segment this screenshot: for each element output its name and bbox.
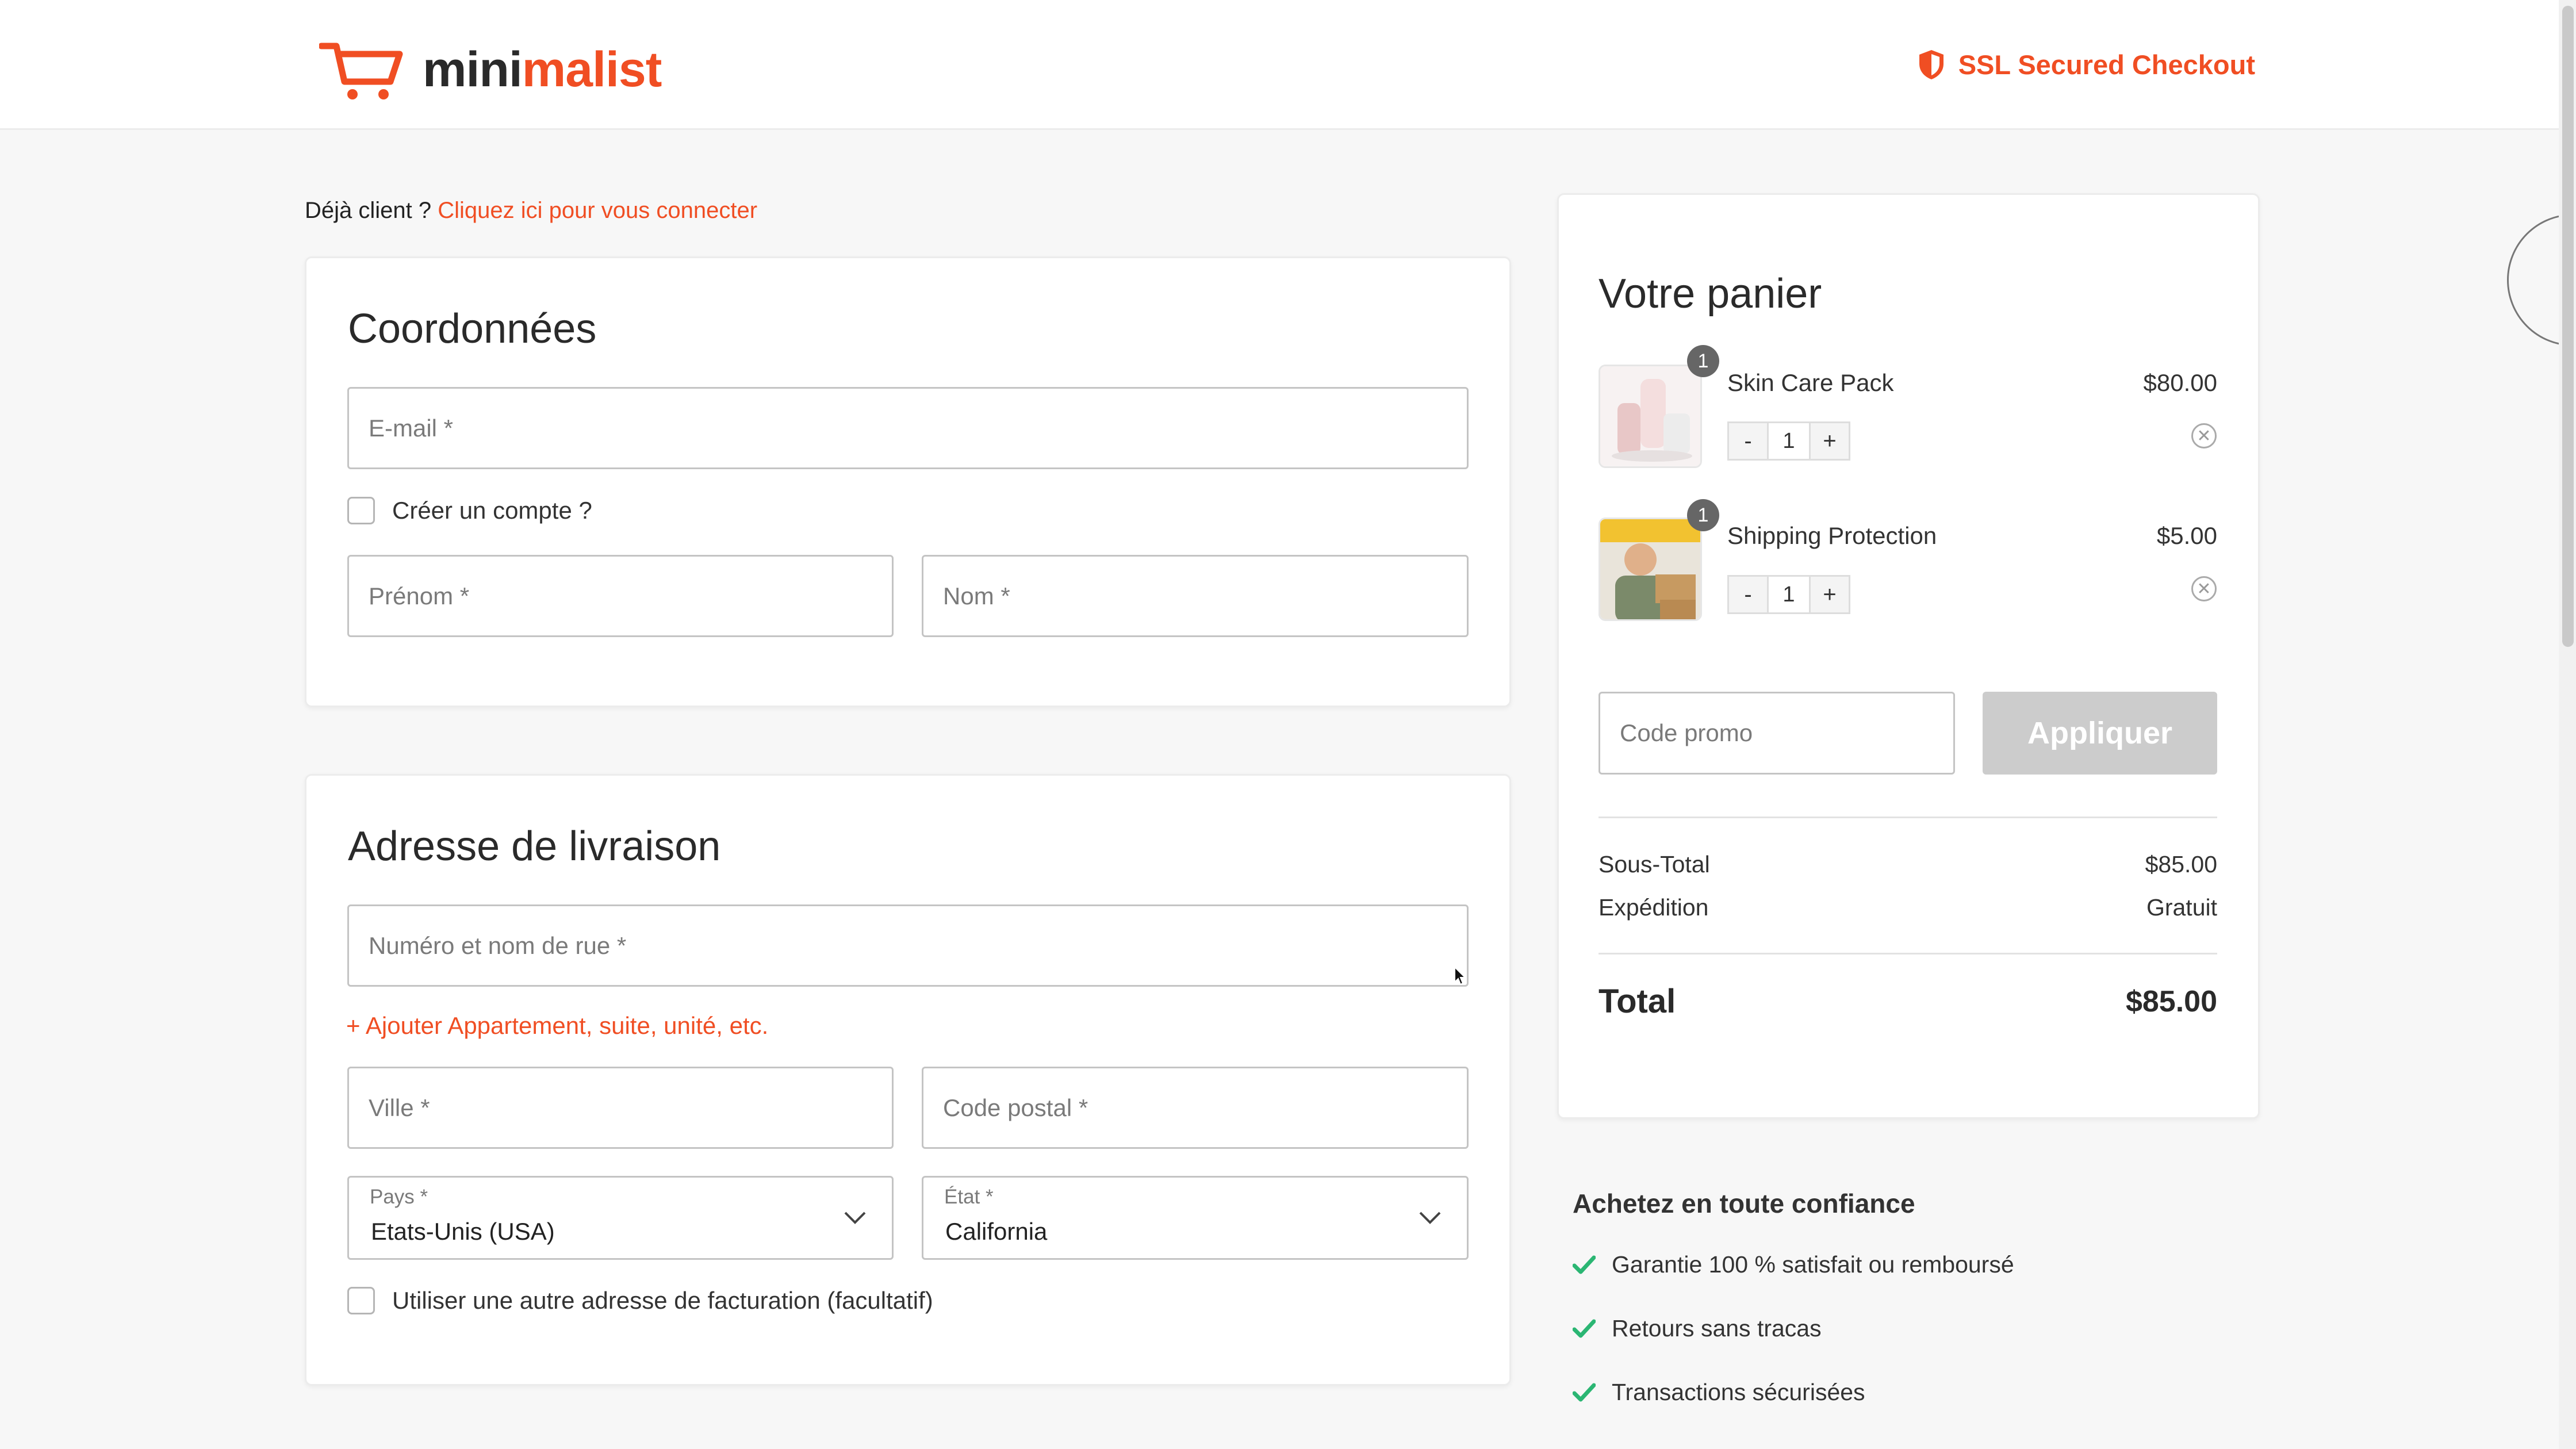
subtotal-label: Sous-Total <box>1598 851 1710 877</box>
quantity-badge: 1 <box>1687 345 1719 377</box>
last-name-placeholder: Nom * <box>943 582 1010 610</box>
cart-card <box>1557 193 2260 1119</box>
other-billing-row[interactable]: Utiliser une autre adresse de facturatio… <box>347 1287 933 1314</box>
contact-card: Coordonnées <box>305 256 1511 707</box>
quantity-value[interactable]: 1 <box>1769 575 1809 614</box>
login-link[interactable]: Cliquez ici pour vous connecter <box>438 198 757 223</box>
shipping-cost-value: Gratuit <box>2146 894 2217 921</box>
chevron-down-icon <box>844 1212 866 1224</box>
check-icon <box>1573 1255 1596 1274</box>
promo-code-placeholder: Code promo <box>1620 719 1753 746</box>
add-apartment-link[interactable]: + Ajouter Appartement, suite, unité, etc… <box>346 1012 768 1040</box>
state-label: État * <box>944 1186 994 1208</box>
other-billing-label: Utiliser une autre adresse de facturatio… <box>392 1287 933 1314</box>
item-name: Shipping Protection <box>1727 522 1937 549</box>
trust-item-text: Garantie 100 % satisfait ou remboursé <box>1612 1251 2014 1278</box>
country-select[interactable]: Pays * Etats-Unis (USA) <box>347 1176 894 1260</box>
trust-item: Retours sans tracas <box>1573 1315 1822 1342</box>
street-field[interactable]: Numéro et nom de rue * <box>347 904 1469 987</box>
trust-item-text: Retours sans tracas <box>1612 1315 1822 1341</box>
product-image-skin-care <box>1598 365 1702 468</box>
ssl-secured-badge: SSL Secured Checkout <box>1917 48 2255 80</box>
item-name: Skin Care Pack <box>1727 369 1894 396</box>
cart-title: Votre panier <box>1598 271 1822 317</box>
country-value: Etats-Unis (USA) <box>371 1218 555 1245</box>
state-value: California <box>945 1218 1048 1245</box>
subtotal-value: $85.00 <box>2145 851 2217 877</box>
last-name-field[interactable]: Nom * <box>922 555 1469 637</box>
country-label: Pays * <box>370 1186 428 1208</box>
shipping-cost-label: Expédition <box>1598 894 1709 921</box>
contact-title: Coordonnées <box>348 306 597 352</box>
city-placeholder: Ville * <box>369 1094 430 1121</box>
quantity-value[interactable]: 1 <box>1769 421 1809 461</box>
shipping-title: Adresse de livraison <box>348 823 721 869</box>
chevron-down-icon <box>1419 1212 1441 1224</box>
trust-item: Garantie 100 % satisfait ou remboursé <box>1573 1251 2014 1278</box>
zip-field[interactable]: Code postal * <box>922 1067 1469 1149</box>
login-prompt-text: Déjà client ? <box>305 198 438 223</box>
create-account-label: Créer un compte ? <box>392 497 592 524</box>
create-account-row[interactable]: Créer un compte ? <box>347 497 592 524</box>
check-icon <box>1573 1383 1596 1401</box>
trust-item: Transactions sécurisées <box>1573 1379 1865 1406</box>
state-select[interactable]: État * California <box>922 1176 1469 1260</box>
promo-code-field[interactable]: Code promo <box>1598 692 1955 775</box>
trust-item-text: Transactions sécurisées <box>1612 1379 1865 1405</box>
login-prompt: Déjà client ? Cliquez ici pour vous conn… <box>305 198 757 224</box>
apply-promo-button[interactable]: Appliquer <box>1983 692 2217 775</box>
scrollbar-thumb[interactable] <box>2562 6 2574 647</box>
zip-placeholder: Code postal * <box>943 1094 1088 1121</box>
increment-button[interactable]: + <box>1809 575 1850 614</box>
product-image-shipping-protection <box>1598 518 1702 621</box>
logo-text-part1: mini <box>423 41 523 97</box>
street-placeholder: Numéro et nom de rue * <box>369 931 627 959</box>
decrement-button[interactable]: - <box>1727 421 1769 461</box>
increment-button[interactable]: + <box>1809 421 1850 461</box>
item-price: $80.00 <box>2143 369 2217 396</box>
city-field[interactable]: Ville * <box>347 1067 894 1149</box>
logo[interactable]: minimalist <box>319 38 662 101</box>
email-placeholder: E-mail * <box>369 414 454 442</box>
quantity-badge: 1 <box>1687 499 1719 531</box>
ssl-text: SSL Secured Checkout <box>1958 49 2255 80</box>
first-name-field[interactable]: Prénom * <box>347 555 894 637</box>
trust-title: Achetez en toute confiance <box>1573 1189 1915 1218</box>
mouse-cursor-icon <box>1454 966 1466 986</box>
scrollbar[interactable] <box>2559 0 2576 1449</box>
remove-item-icon[interactable]: ✕ <box>2191 576 2217 601</box>
other-billing-checkbox[interactable] <box>347 1287 375 1314</box>
logo-text: minimalist <box>423 41 662 98</box>
quantity-stepper: - 1 + <box>1727 421 1850 461</box>
first-name-placeholder: Prénom * <box>369 582 470 610</box>
shield-icon <box>1919 50 1943 79</box>
total-value: $85.00 <box>2125 985 2217 1018</box>
check-icon <box>1573 1319 1596 1337</box>
item-price: $5.00 <box>2156 522 2217 549</box>
divider <box>1598 953 2217 954</box>
quantity-stepper: - 1 + <box>1727 575 1850 614</box>
total-label: Total <box>1598 983 1676 1020</box>
create-account-checkbox[interactable] <box>347 497 375 524</box>
site-header: minimalist SSL Secured Checkout <box>0 0 2576 130</box>
cart-logo-icon <box>319 43 403 99</box>
divider <box>1598 816 2217 818</box>
remove-item-icon[interactable]: ✕ <box>2191 423 2217 448</box>
email-field[interactable]: E-mail * <box>347 387 1469 469</box>
logo-text-part2: malist <box>522 41 662 97</box>
decrement-button[interactable]: - <box>1727 575 1769 614</box>
